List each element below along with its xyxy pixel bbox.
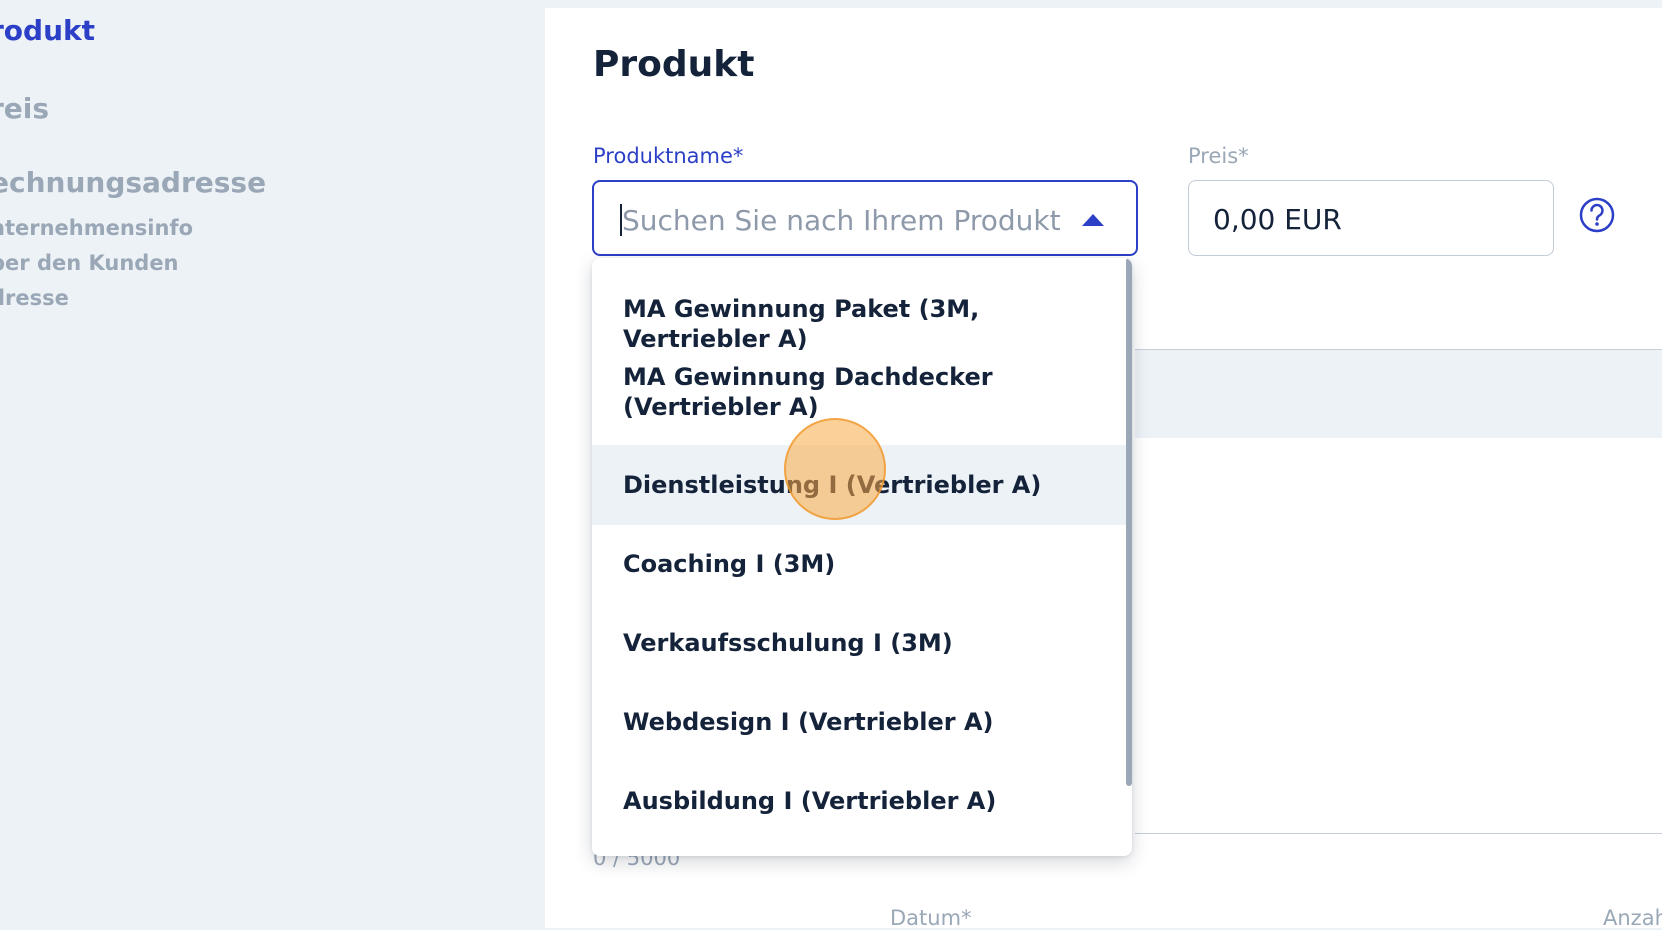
dropdown-option[interactable]: Webdesign I (Vertriebler A) xyxy=(592,683,1132,762)
product-search-input[interactable] xyxy=(620,194,1064,246)
textarea-bottom-border xyxy=(1135,833,1662,834)
section-header-band xyxy=(1135,350,1662,438)
sidebar-item-adresse[interactable]: dresse xyxy=(0,286,69,310)
dropdown-scrollbar[interactable] xyxy=(1126,258,1132,786)
sidebar-item-unternehmensinfo[interactable]: nternehmensinfo xyxy=(0,216,193,240)
price-label: Preis* xyxy=(1188,144,1249,168)
dropdown-option[interactable]: Coaching I (3M) xyxy=(592,525,1132,604)
dropdown-option[interactable]: Verkaufsschulung I (3M) xyxy=(592,604,1132,683)
product-search-combobox[interactable] xyxy=(592,180,1138,256)
question-circle-icon[interactable] xyxy=(1578,196,1616,234)
quantity-label: Anzahl xyxy=(1603,906,1662,930)
dropdown-option[interactable]: MA Gewinnung Paket (3M, Vertriebler A) xyxy=(592,258,1132,353)
sidebar-item-produkt[interactable]: rodukt xyxy=(0,14,95,47)
product-dropdown-list[interactable]: MA Gewinnung Paket (3M, Vertriebler A) M… xyxy=(592,258,1132,856)
arrow-up-icon[interactable] xyxy=(1082,214,1104,226)
price-input[interactable] xyxy=(1211,193,1535,245)
sidebar-item-ueber-den-kunden[interactable]: ber den Kunden xyxy=(0,251,179,275)
product-name-label: Produktname* xyxy=(593,144,744,168)
sidebar-item-preis[interactable]: reis xyxy=(0,92,49,125)
click-indicator xyxy=(784,418,886,520)
page-title: Produkt xyxy=(593,44,755,85)
dropdown-option[interactable]: Ausbildung I (Vertriebler A) xyxy=(592,762,1132,841)
sidebar: rodukt reis echnungsadresse nternehmensi… xyxy=(0,0,545,928)
date-label: Datum* xyxy=(890,906,972,930)
text-caret xyxy=(620,204,622,236)
sidebar-item-rechnungsadresse[interactable]: echnungsadresse xyxy=(0,166,266,199)
price-field[interactable] xyxy=(1188,180,1554,256)
